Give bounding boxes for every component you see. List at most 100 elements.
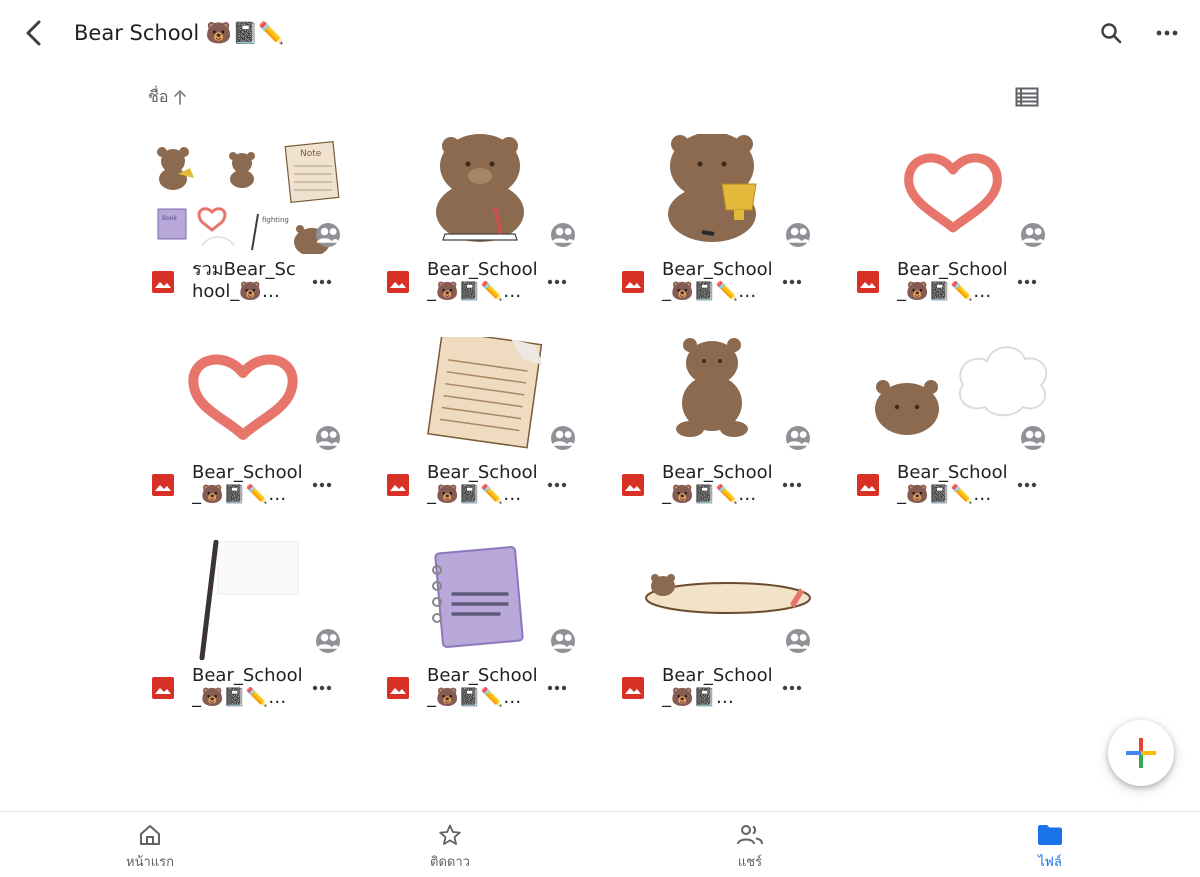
people-icon (316, 430, 340, 446)
file-more-button[interactable] (543, 675, 571, 701)
people-icon (316, 633, 340, 649)
image-file-icon (387, 677, 409, 699)
search-button[interactable] (1094, 16, 1128, 50)
star-icon (438, 822, 462, 848)
people-icon (786, 430, 810, 446)
file-more-button[interactable] (308, 675, 336, 701)
image-file-icon (387, 271, 409, 293)
back-button[interactable] (16, 14, 52, 52)
list-view-toggle[interactable] (1012, 84, 1042, 110)
image-file-icon (622, 271, 644, 293)
file-tile[interactable]: Bear_School_🐻📓✏️… (383, 540, 598, 720)
folder-title: Bear School 🐻📓✏️ (74, 21, 285, 45)
more-horizontal-icon (547, 279, 567, 285)
more-horizontal-icon (312, 685, 332, 691)
file-name: Bear_School_🐻📓✏️… (427, 259, 538, 302)
file-more-button[interactable] (778, 269, 806, 295)
people-icon (551, 633, 575, 649)
nav-label-home: หน้าแรก (126, 855, 174, 870)
people-icon (786, 227, 810, 243)
drive-folder-view: Bear School 🐻📓✏️ ชื่อ Note Book fighting… (0, 0, 1200, 877)
nav-label-starred: ติดดาว (430, 855, 470, 870)
file-more-button[interactable] (308, 472, 336, 498)
folder-icon (1037, 822, 1063, 848)
list-view-icon (1015, 87, 1039, 107)
file-thumbnail (148, 337, 363, 457)
file-more-button[interactable] (543, 472, 571, 498)
file-name: Bear_School_🐻📓✏️… (662, 462, 773, 505)
file-grid: Note Book fighting รวมBear_School_🐻… Bea… (148, 134, 1088, 743)
more-horizontal-icon (1017, 279, 1037, 285)
file-more-button[interactable] (1013, 472, 1041, 498)
file-thumbnail (618, 134, 833, 254)
file-thumbnail (853, 337, 1068, 457)
image-file-icon (857, 271, 879, 293)
file-thumbnail (853, 134, 1068, 254)
file-name: Bear_School_🐻📓✏️… (192, 462, 303, 505)
file-tile[interactable]: Bear_School_🐻📓… (618, 540, 833, 720)
file-tile[interactable]: Bear_School_🐻📓✏️… (148, 540, 363, 720)
file-name: Bear_School_🐻📓✏️… (897, 462, 1008, 505)
nav-item-starred[interactable]: ติดดาว (390, 812, 510, 877)
file-name: Bear_School_🐻📓✏️… (662, 259, 773, 302)
chevron-left-icon (26, 20, 41, 46)
file-thumbnail (148, 540, 363, 660)
file-tile[interactable]: Bear_School_🐻📓✏️… (618, 337, 833, 517)
nav-item-home[interactable]: หน้าแรก (90, 812, 210, 877)
shared-badge (786, 629, 810, 653)
file-more-button[interactable] (308, 269, 336, 295)
people-icon (1021, 430, 1045, 446)
file-more-button[interactable] (778, 472, 806, 498)
more-horizontal-icon (782, 685, 802, 691)
shared-badge (786, 426, 810, 450)
file-tile[interactable]: Bear_School_🐻📓✏️… (383, 134, 598, 314)
shared-badge (316, 223, 340, 247)
file-thumbnail (383, 337, 598, 457)
people-icon (1021, 227, 1045, 243)
shared-badge (316, 629, 340, 653)
file-thumbnail (383, 540, 598, 660)
shared-badge (1021, 223, 1045, 247)
people-icon (736, 822, 764, 848)
file-name: Bear_School_🐻📓✏️… (427, 665, 538, 708)
more-horizontal-icon (1017, 482, 1037, 488)
more-options-button[interactable] (1150, 16, 1184, 50)
new-item-fab[interactable] (1108, 720, 1174, 786)
more-horizontal-icon (312, 482, 332, 488)
file-more-button[interactable] (1013, 269, 1041, 295)
file-thumbnail (383, 134, 598, 254)
image-file-icon (152, 271, 174, 293)
file-name: Bear_School_🐻📓✏️… (897, 259, 1008, 302)
file-name: รวมBear_School_🐻… (192, 259, 296, 302)
more-horizontal-icon (782, 279, 802, 285)
nav-label-files: ไฟล์ (1038, 855, 1062, 870)
shared-badge (551, 223, 575, 247)
nav-item-files[interactable]: ไฟล์ (990, 812, 1110, 877)
file-tile[interactable]: Bear_School_🐻📓✏️… (148, 337, 363, 517)
image-file-icon (622, 474, 644, 496)
people-icon (786, 633, 810, 649)
file-thumbnail (618, 540, 833, 660)
file-name: Bear_School_🐻📓✏️… (192, 665, 303, 708)
image-file-icon (622, 677, 644, 699)
file-tile[interactable]: Bear_School_🐻📓✏️… (853, 134, 1068, 314)
file-more-button[interactable] (778, 675, 806, 701)
file-tile[interactable]: Bear_School_🐻📓✏️… (853, 337, 1068, 517)
people-icon (316, 227, 340, 243)
image-file-icon (857, 474, 879, 496)
image-file-icon (152, 474, 174, 496)
shared-badge (551, 426, 575, 450)
image-file-icon (387, 474, 409, 496)
file-name: Bear_School_🐻📓… (662, 665, 773, 708)
people-icon (551, 430, 575, 446)
more-horizontal-icon (1156, 30, 1178, 36)
more-horizontal-icon (312, 279, 332, 285)
file-tile[interactable]: Note Book fighting รวมBear_School_🐻… (148, 134, 363, 314)
file-tile[interactable]: Bear_School_🐻📓✏️… (383, 337, 598, 517)
people-icon (551, 227, 575, 243)
file-tile[interactable]: Bear_School_🐻📓✏️… (618, 134, 833, 314)
more-horizontal-icon (547, 482, 567, 488)
file-more-button[interactable] (543, 269, 571, 295)
sort-control[interactable]: ชื่อ (148, 84, 188, 110)
nav-item-shared[interactable]: แชร์ (690, 812, 810, 877)
